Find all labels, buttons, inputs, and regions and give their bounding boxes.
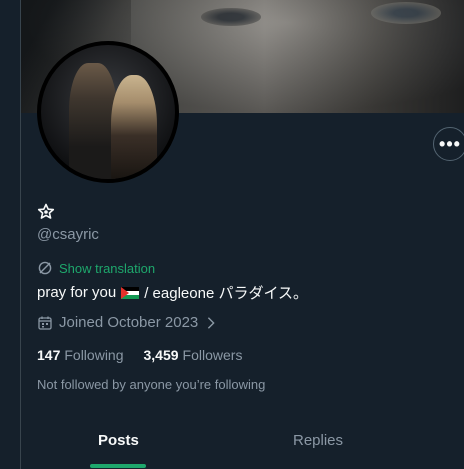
joined-label: Joined October 2023	[59, 314, 199, 331]
more-options-button[interactable]: •••	[433, 127, 464, 161]
followers-link[interactable]: 3,459 Followers	[144, 347, 243, 363]
followers-count: 3,459	[143, 347, 179, 363]
following-count: 147	[37, 347, 61, 363]
joined-date[interactable]: Joined October 2023	[37, 314, 218, 331]
profile-handle: @csayric	[37, 226, 99, 243]
followers-label: Followers	[182, 347, 243, 363]
show-translation-label[interactable]: Show translation	[59, 261, 155, 276]
avatar-figure-right	[111, 75, 157, 179]
follow-stats: 147 Following 3,459 Followers	[37, 347, 242, 363]
avatar-figure-left	[69, 63, 117, 179]
flower-icon	[37, 203, 55, 219]
following-link[interactable]: 147 Following	[37, 347, 124, 363]
not-followed-notice: Not followed by anyone you’re following	[37, 377, 266, 392]
avatar[interactable]	[37, 41, 179, 183]
following-label: Following	[64, 347, 124, 363]
more-horizontal-icon: •••	[439, 133, 461, 154]
active-tab-indicator	[90, 464, 146, 468]
bio-text: pray for you	[37, 284, 117, 301]
translate-icon	[38, 261, 52, 275]
profile-bio: pray for you / eagleone パラダイス。	[37, 282, 308, 303]
bio-suffix: / eagleone パラダイス。	[144, 285, 309, 302]
show-translation-link[interactable]: Show translation	[37, 260, 155, 276]
tab-posts[interactable]: Posts	[98, 432, 139, 449]
chevron-right-icon	[208, 316, 215, 329]
palestine-flag-icon	[121, 286, 140, 299]
profile-tabs: Posts Replies	[21, 415, 464, 469]
tab-replies[interactable]: Replies	[293, 432, 343, 449]
calendar-icon	[38, 316, 52, 330]
